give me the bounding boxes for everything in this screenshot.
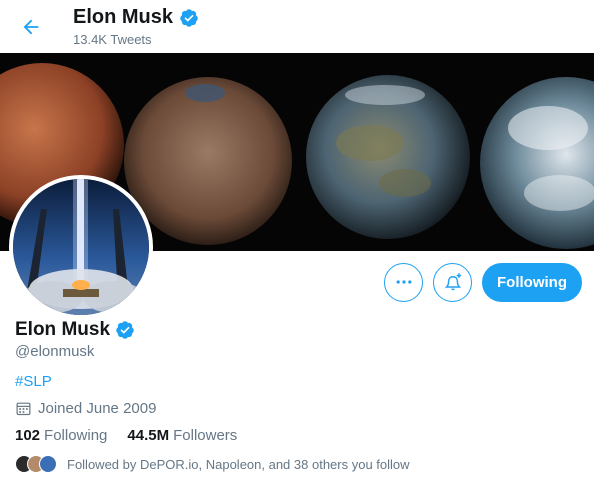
followers-stat-label: Followers	[173, 427, 238, 444]
calendar-icon	[16, 402, 31, 416]
following-stat[interactable]: 102 Following	[15, 427, 107, 444]
header-title: Elon Musk	[73, 6, 199, 29]
tweet-count: 13.4K Tweets	[73, 32, 152, 47]
bell-plus-icon	[444, 273, 461, 291]
followed-by-row[interactable]: Followed by DePOR.io, Napoleon, and 38 o…	[15, 455, 575, 473]
following-button[interactable]: Following	[482, 262, 582, 302]
profile-info: Elon Musk @elonmusk #SLP Joined June 200…	[15, 318, 575, 473]
followers-stat[interactable]: 44.5M Followers	[127, 427, 237, 444]
verified-badge-icon	[180, 8, 198, 27]
followed-by-text: Followed by DePOR.io, Napoleon, and 38 o…	[67, 456, 410, 472]
avatar	[39, 455, 57, 473]
profile-actions: Following	[384, 262, 582, 302]
profile-avatar[interactable]	[9, 175, 153, 319]
profile-name-row: Elon Musk	[15, 318, 575, 342]
more-options-button[interactable]	[384, 262, 423, 302]
profile-name: Elon Musk	[15, 319, 111, 340]
following-count: 102	[15, 427, 41, 444]
verified-badge-icon	[116, 321, 134, 339]
joined-text: Joined June 2009	[38, 400, 157, 417]
profile-bio-hashtag[interactable]: #SLP	[15, 373, 575, 390]
top-bar: Elon Musk 13.4K Tweets	[0, 0, 594, 52]
arrow-left-icon	[23, 19, 39, 35]
following-stat-label: Following	[44, 427, 108, 444]
notifications-button[interactable]	[433, 262, 472, 302]
followers-count: 44.5M	[127, 427, 170, 444]
profile-handle: @elonmusk	[15, 343, 95, 360]
follow-stats: 102 Following 44.5M Followers	[15, 427, 575, 444]
back-button[interactable]	[14, 10, 48, 44]
joined-date: Joined June 2009	[15, 400, 575, 417]
header-name: Elon Musk	[73, 6, 174, 28]
avatar-image	[13, 179, 149, 315]
more-horizontal-icon	[396, 280, 411, 284]
following-button-label: Following	[497, 273, 567, 291]
followed-by-avatars	[15, 455, 57, 473]
